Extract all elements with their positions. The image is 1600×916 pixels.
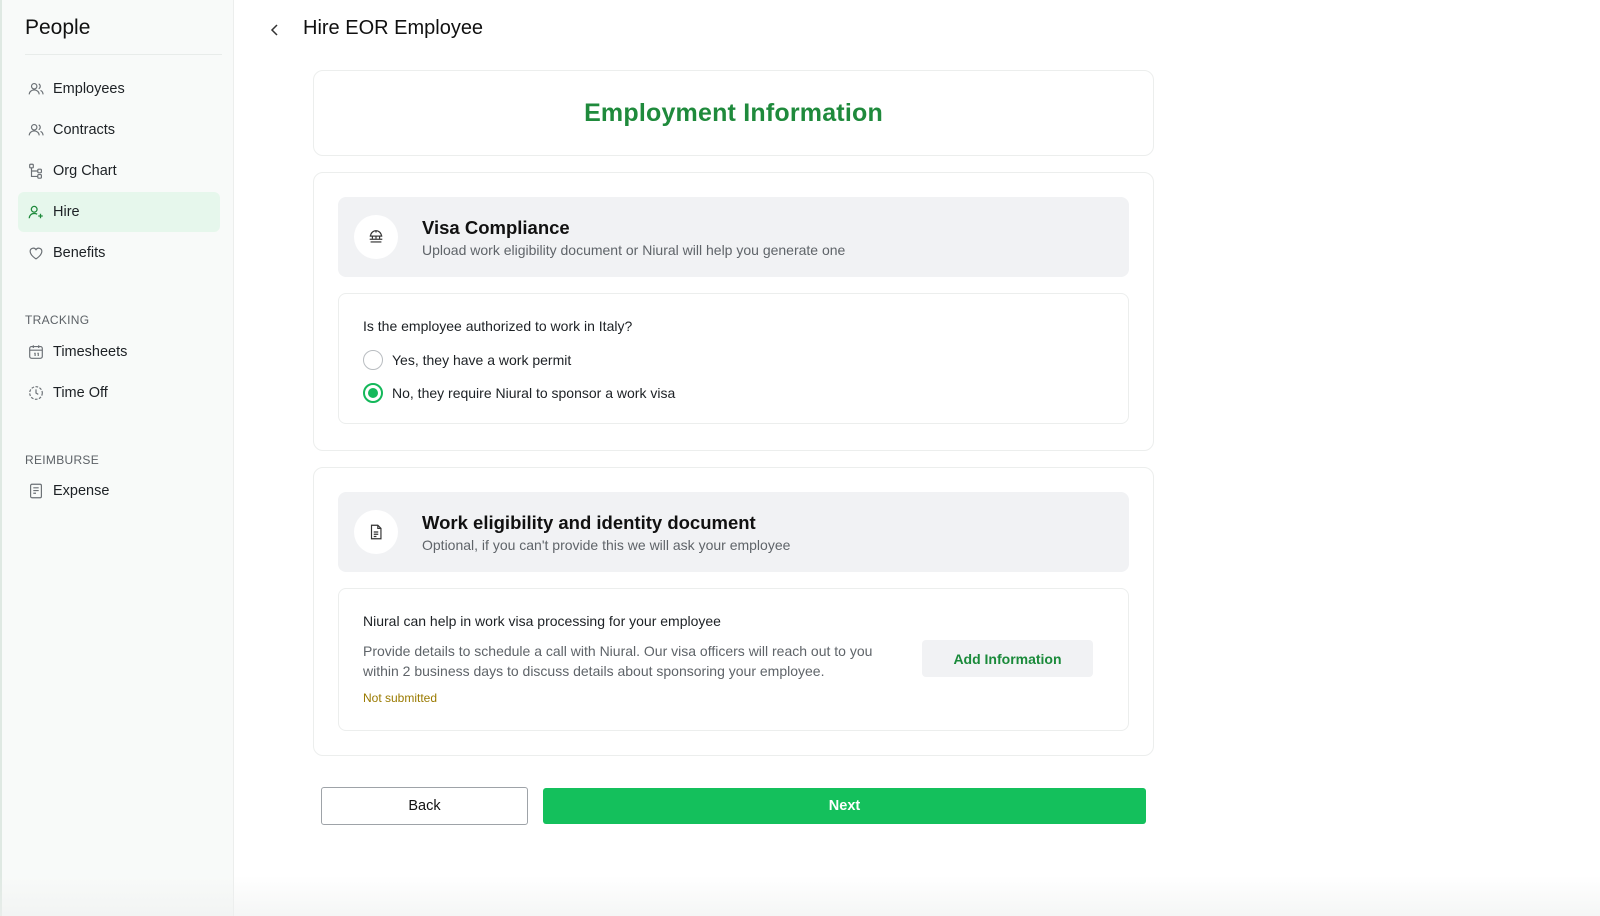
sidebar-item-label: Benefits bbox=[53, 245, 106, 261]
sidebar-item-label: Employees bbox=[53, 81, 125, 97]
user-plus-icon bbox=[27, 203, 45, 221]
visa-icon bbox=[354, 215, 398, 259]
sidebar-item-org-chart[interactable]: Org Chart bbox=[18, 151, 220, 191]
sidebar-title: People bbox=[25, 16, 91, 39]
work-eligibility-title: Work eligibility and identity document bbox=[422, 512, 756, 533]
visa-compliance-card: Visa Compliance Upload work eligibility … bbox=[313, 172, 1154, 451]
form-heading-card: Employment Information bbox=[313, 70, 1154, 156]
radio-checked[interactable] bbox=[363, 383, 383, 403]
sidebar-item-benefits[interactable]: Benefits bbox=[18, 233, 220, 273]
reimburse-section-label: REIMBURSE bbox=[25, 453, 100, 467]
sidebar-item-label: Timesheets bbox=[53, 344, 128, 360]
add-information-button[interactable]: Add Information bbox=[922, 640, 1093, 677]
visa-processing-box: Niural can help in work visa processing … bbox=[338, 588, 1129, 731]
visa-processing-title: Niural can help in work visa processing … bbox=[363, 613, 721, 629]
visa-compliance-subtitle: Upload work eligibility document or Niur… bbox=[422, 242, 846, 258]
org-chart-icon bbox=[27, 162, 45, 180]
sidebar-item-time-off[interactable]: Time Off bbox=[18, 373, 220, 413]
sidebar-item-label: Org Chart bbox=[53, 163, 117, 179]
tracking-section-label: TRACKING bbox=[25, 313, 90, 327]
radio-unchecked[interactable] bbox=[363, 350, 383, 370]
receipt-icon bbox=[27, 482, 45, 500]
radio-option-work-permit[interactable]: Yes, they have a work permit bbox=[363, 350, 571, 370]
sidebar-item-label: Contracts bbox=[53, 122, 116, 138]
sidebar-item-employees[interactable]: Employees bbox=[18, 69, 220, 109]
bottom-fade bbox=[0, 876, 1600, 916]
sidebar-item-hire[interactable]: Hire bbox=[18, 192, 220, 232]
calendar-icon bbox=[27, 343, 45, 361]
back-button[interactable]: Back bbox=[321, 787, 528, 825]
sidebar-item-timesheets[interactable]: Timesheets bbox=[18, 332, 220, 372]
heart-icon bbox=[27, 244, 45, 262]
sidebar-item-label: Hire bbox=[53, 204, 80, 220]
users-icon bbox=[27, 121, 45, 139]
radio-label: Yes, they have a work permit bbox=[392, 352, 572, 368]
clock-icon bbox=[27, 384, 45, 402]
sidebar-item-expense[interactable]: Expense bbox=[18, 471, 220, 511]
back-chevron-icon[interactable] bbox=[264, 19, 286, 41]
work-eligibility-card: Work eligibility and identity document O… bbox=[313, 467, 1154, 756]
next-button[interactable]: Next bbox=[543, 788, 1146, 824]
work-eligibility-header: Work eligibility and identity document O… bbox=[338, 492, 1129, 572]
page-title: Hire EOR Employee bbox=[303, 17, 484, 39]
sidebar-item-label: Time Off bbox=[53, 385, 108, 401]
document-icon bbox=[354, 510, 398, 554]
visa-compliance-title: Visa Compliance bbox=[422, 217, 570, 238]
users-icon bbox=[27, 80, 45, 98]
sidebar-divider bbox=[25, 54, 222, 55]
radio-label: No, they require Niural to sponsor a wor… bbox=[392, 385, 676, 401]
work-eligibility-subtitle: Optional, if you can't provide this we w… bbox=[422, 537, 791, 553]
work-authorization-question: Is the employee authorized to work in It… bbox=[363, 318, 633, 334]
sidebar-item-label: Expense bbox=[53, 483, 110, 499]
visa-compliance-header: Visa Compliance Upload work eligibility … bbox=[338, 197, 1129, 277]
form-heading: Employment Information bbox=[584, 98, 883, 127]
visa-processing-description: Provide details to schedule a call with … bbox=[363, 643, 873, 679]
sidebar: People Employees Contracts Org Chart Hir… bbox=[0, 0, 234, 916]
work-authorization-box: Is the employee authorized to work in It… bbox=[338, 293, 1129, 424]
sidebar-item-contracts[interactable]: Contracts bbox=[18, 110, 220, 150]
radio-option-sponsor-visa[interactable]: No, they require Niural to sponsor a wor… bbox=[363, 383, 675, 403]
status-badge: Not submitted bbox=[363, 691, 438, 705]
